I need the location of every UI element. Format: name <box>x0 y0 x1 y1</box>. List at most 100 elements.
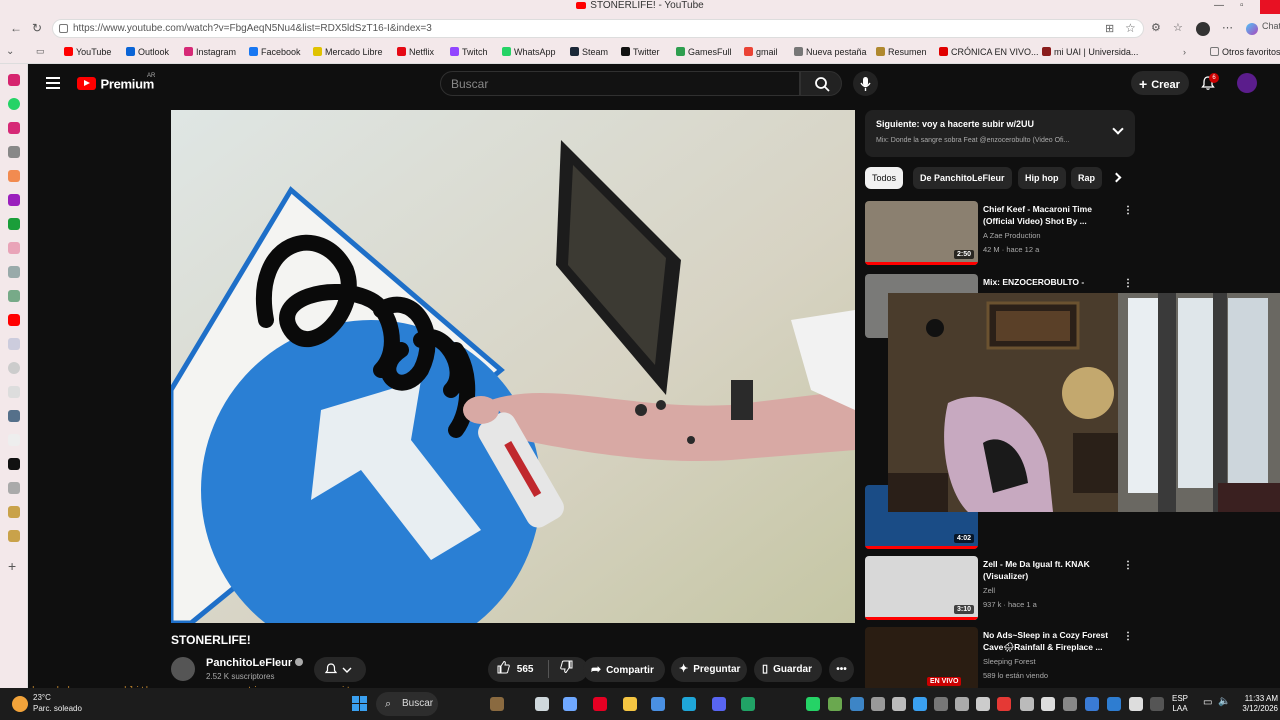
more-vertical-icon[interactable]: ⋮ <box>1123 278 1133 289</box>
bookmark-item[interactable]: Mercado Libre <box>313 47 383 57</box>
recommendation-item[interactable]: 2:50 Chief Keef - Macaroni Time (Official… <box>865 201 1135 265</box>
save-button[interactable]: ▯ Guardar <box>754 657 822 682</box>
channel-name[interactable]: PanchitoLeFleur <box>206 657 304 669</box>
bookmark-item[interactable]: Instagram <box>184 47 236 57</box>
sidebar-app-icon-4[interactable] <box>8 218 20 230</box>
start-windows-icon[interactable] <box>352 696 368 712</box>
tray-icon-7[interactable] <box>934 697 948 711</box>
store-icon[interactable] <box>651 697 665 711</box>
instagram-icon[interactable] <box>8 122 20 134</box>
tray-icon-8[interactable] <box>955 697 969 711</box>
like-button[interactable]: 565 <box>496 657 533 682</box>
task-view-icon[interactable] <box>535 697 549 711</box>
tray-icon-12[interactable] <box>1041 697 1055 711</box>
bookmark-item[interactable]: WhatsApp <box>502 47 556 57</box>
tray-icon-17[interactable] <box>1150 697 1164 711</box>
folder-icon[interactable] <box>623 697 637 711</box>
more-vertical-icon[interactable]: ⋮ <box>1123 205 1133 216</box>
whatsapp-tray-icon[interactable] <box>806 697 820 711</box>
bookmark-item[interactable]: YouTube <box>64 47 111 57</box>
voice-search-button[interactable] <box>853 71 878 96</box>
tiktok-icon[interactable] <box>8 458 20 470</box>
sidebar-app-icon-10[interactable] <box>8 482 20 494</box>
profile-icon[interactable] <box>1196 22 1210 36</box>
bookmark-item[interactable]: Nueva pestaña <box>794 47 867 57</box>
sidebar-app-icon-8[interactable] <box>8 386 20 398</box>
tray-icon-16[interactable] <box>1129 697 1143 711</box>
tray-icon-15[interactable] <box>1107 697 1121 711</box>
tray-icon-6[interactable] <box>913 697 927 711</box>
tab-actions-icon[interactable]: ▭ <box>36 46 45 57</box>
minimize-icon[interactable]: — <box>1214 0 1224 12</box>
bookmark-item[interactable]: Twitch <box>450 47 488 57</box>
add-sidebar-app-icon[interactable]: + <box>8 558 16 574</box>
tray-icon-2[interactable] <box>828 697 842 711</box>
favorites-icon[interactable]: ☆ <box>1173 21 1183 34</box>
copilot-icon[interactable] <box>1246 23 1258 35</box>
bookmarks-more-icon[interactable]: › <box>1183 47 1186 57</box>
discord-icon[interactable] <box>712 697 726 711</box>
collapse-icon[interactable]: ⌄ <box>6 46 14 57</box>
steam-icon[interactable] <box>8 410 20 422</box>
language-indicator[interactable]: ESP LAA <box>1172 694 1188 714</box>
tray-icon-13[interactable] <box>1063 697 1077 711</box>
subscribed-notifications-button[interactable] <box>314 657 366 682</box>
sidebar-app-icon-9[interactable] <box>8 434 20 446</box>
volume-icon[interactable]: 🔈 <box>1218 696 1230 707</box>
favorite-star-icon[interactable]: ☆ <box>1125 21 1136 35</box>
bookmark-item[interactable]: CRÓNICA EN VIVO... <box>939 47 1039 57</box>
bookmark-item[interactable]: Steam <box>570 47 608 57</box>
ask-button[interactable]: ✦ Preguntar <box>671 657 747 682</box>
close-window-button[interactable] <box>1260 0 1280 14</box>
recommendation-thumbnail[interactable]: 3:10 <box>865 556 978 620</box>
up-next-panel[interactable]: Siguiente: voy a hacerte subir w/2UU Mix… <box>865 110 1135 157</box>
chips-next-arrow-icon[interactable] <box>1111 172 1122 183</box>
share-button[interactable]: ➦ Compartir <box>583 657 665 682</box>
search-button[interactable] <box>800 71 842 96</box>
tray-icon-3[interactable] <box>850 697 864 711</box>
tray-icon-4[interactable] <box>871 697 885 711</box>
more-vertical-icon[interactable]: ⋮ <box>1123 631 1133 642</box>
youtube-icon[interactable] <box>8 314 20 326</box>
reload-icon[interactable]: ↻ <box>32 21 42 35</box>
sidebar-app-icon[interactable] <box>8 74 20 86</box>
tray-icon-10[interactable] <box>997 697 1011 711</box>
bookmark-item[interactable]: Resumen <box>876 47 927 57</box>
bookmark-item[interactable]: GamesFull <box>676 47 732 57</box>
picture-in-picture-window[interactable] <box>888 293 1280 512</box>
tray-icon-14[interactable] <box>1085 697 1099 711</box>
search-input[interactable]: Buscar <box>440 71 800 96</box>
recommendation-thumbnail[interactable]: EN VIVO <box>865 627 978 688</box>
tray-icon-11[interactable] <box>1020 697 1034 711</box>
weather-icon[interactable] <box>12 696 28 712</box>
site-info-icon[interactable] <box>59 24 68 33</box>
more-vertical-icon[interactable]: ⋮ <box>1123 560 1133 571</box>
tray-icon-9[interactable] <box>976 697 990 711</box>
create-button[interactable]: + Crear <box>1131 71 1189 95</box>
bookmark-item[interactable]: Netflix <box>397 47 434 57</box>
bookmark-item[interactable]: gmail <box>744 47 778 57</box>
other-favorites[interactable]: Otros favoritos <box>1210 47 1280 57</box>
bookmark-item[interactable]: Outlook <box>126 47 169 57</box>
bookmark-item[interactable]: mi UAI | Universida... <box>1042 47 1138 57</box>
recommendation-title[interactable]: No Ads~Sleep in a Cozy Forest Cave🌧Rainf… <box>983 629 1113 653</box>
app-available-icon[interactable]: ⊞ <box>1105 22 1114 35</box>
filter-chip[interactable]: De PanchitoLeFleur <box>913 167 1012 189</box>
pinterest-icon[interactable] <box>593 697 607 711</box>
clock[interactable]: 11:33 AM 3/12/2026 <box>1238 694 1278 714</box>
bookmark-item[interactable]: Twitter <box>621 47 660 57</box>
maximize-icon[interactable]: ▫ <box>1240 0 1244 12</box>
sidebar-app-icon-7[interactable] <box>8 362 20 374</box>
more-options-icon[interactable]: ⋯ <box>1222 21 1233 34</box>
edge-icon[interactable] <box>682 697 696 711</box>
bookmark-item[interactable]: Facebook <box>249 47 301 57</box>
back-icon[interactable]: ← <box>10 21 22 35</box>
speaker-icon[interactable] <box>8 266 20 278</box>
copilot-icon[interactable] <box>563 697 577 711</box>
tray-icon-5[interactable] <box>892 697 906 711</box>
url-field[interactable]: https://www.youtube.com/watch?v=FbgAeqN5… <box>52 19 1144 38</box>
dislike-button[interactable] <box>560 657 574 682</box>
recommendation-title[interactable]: Chief Keef - Macaroni Time (Official Vid… <box>983 203 1113 227</box>
spreadsheet-icon[interactable] <box>741 697 755 711</box>
network-icon[interactable]: ▭ <box>1203 697 1212 708</box>
